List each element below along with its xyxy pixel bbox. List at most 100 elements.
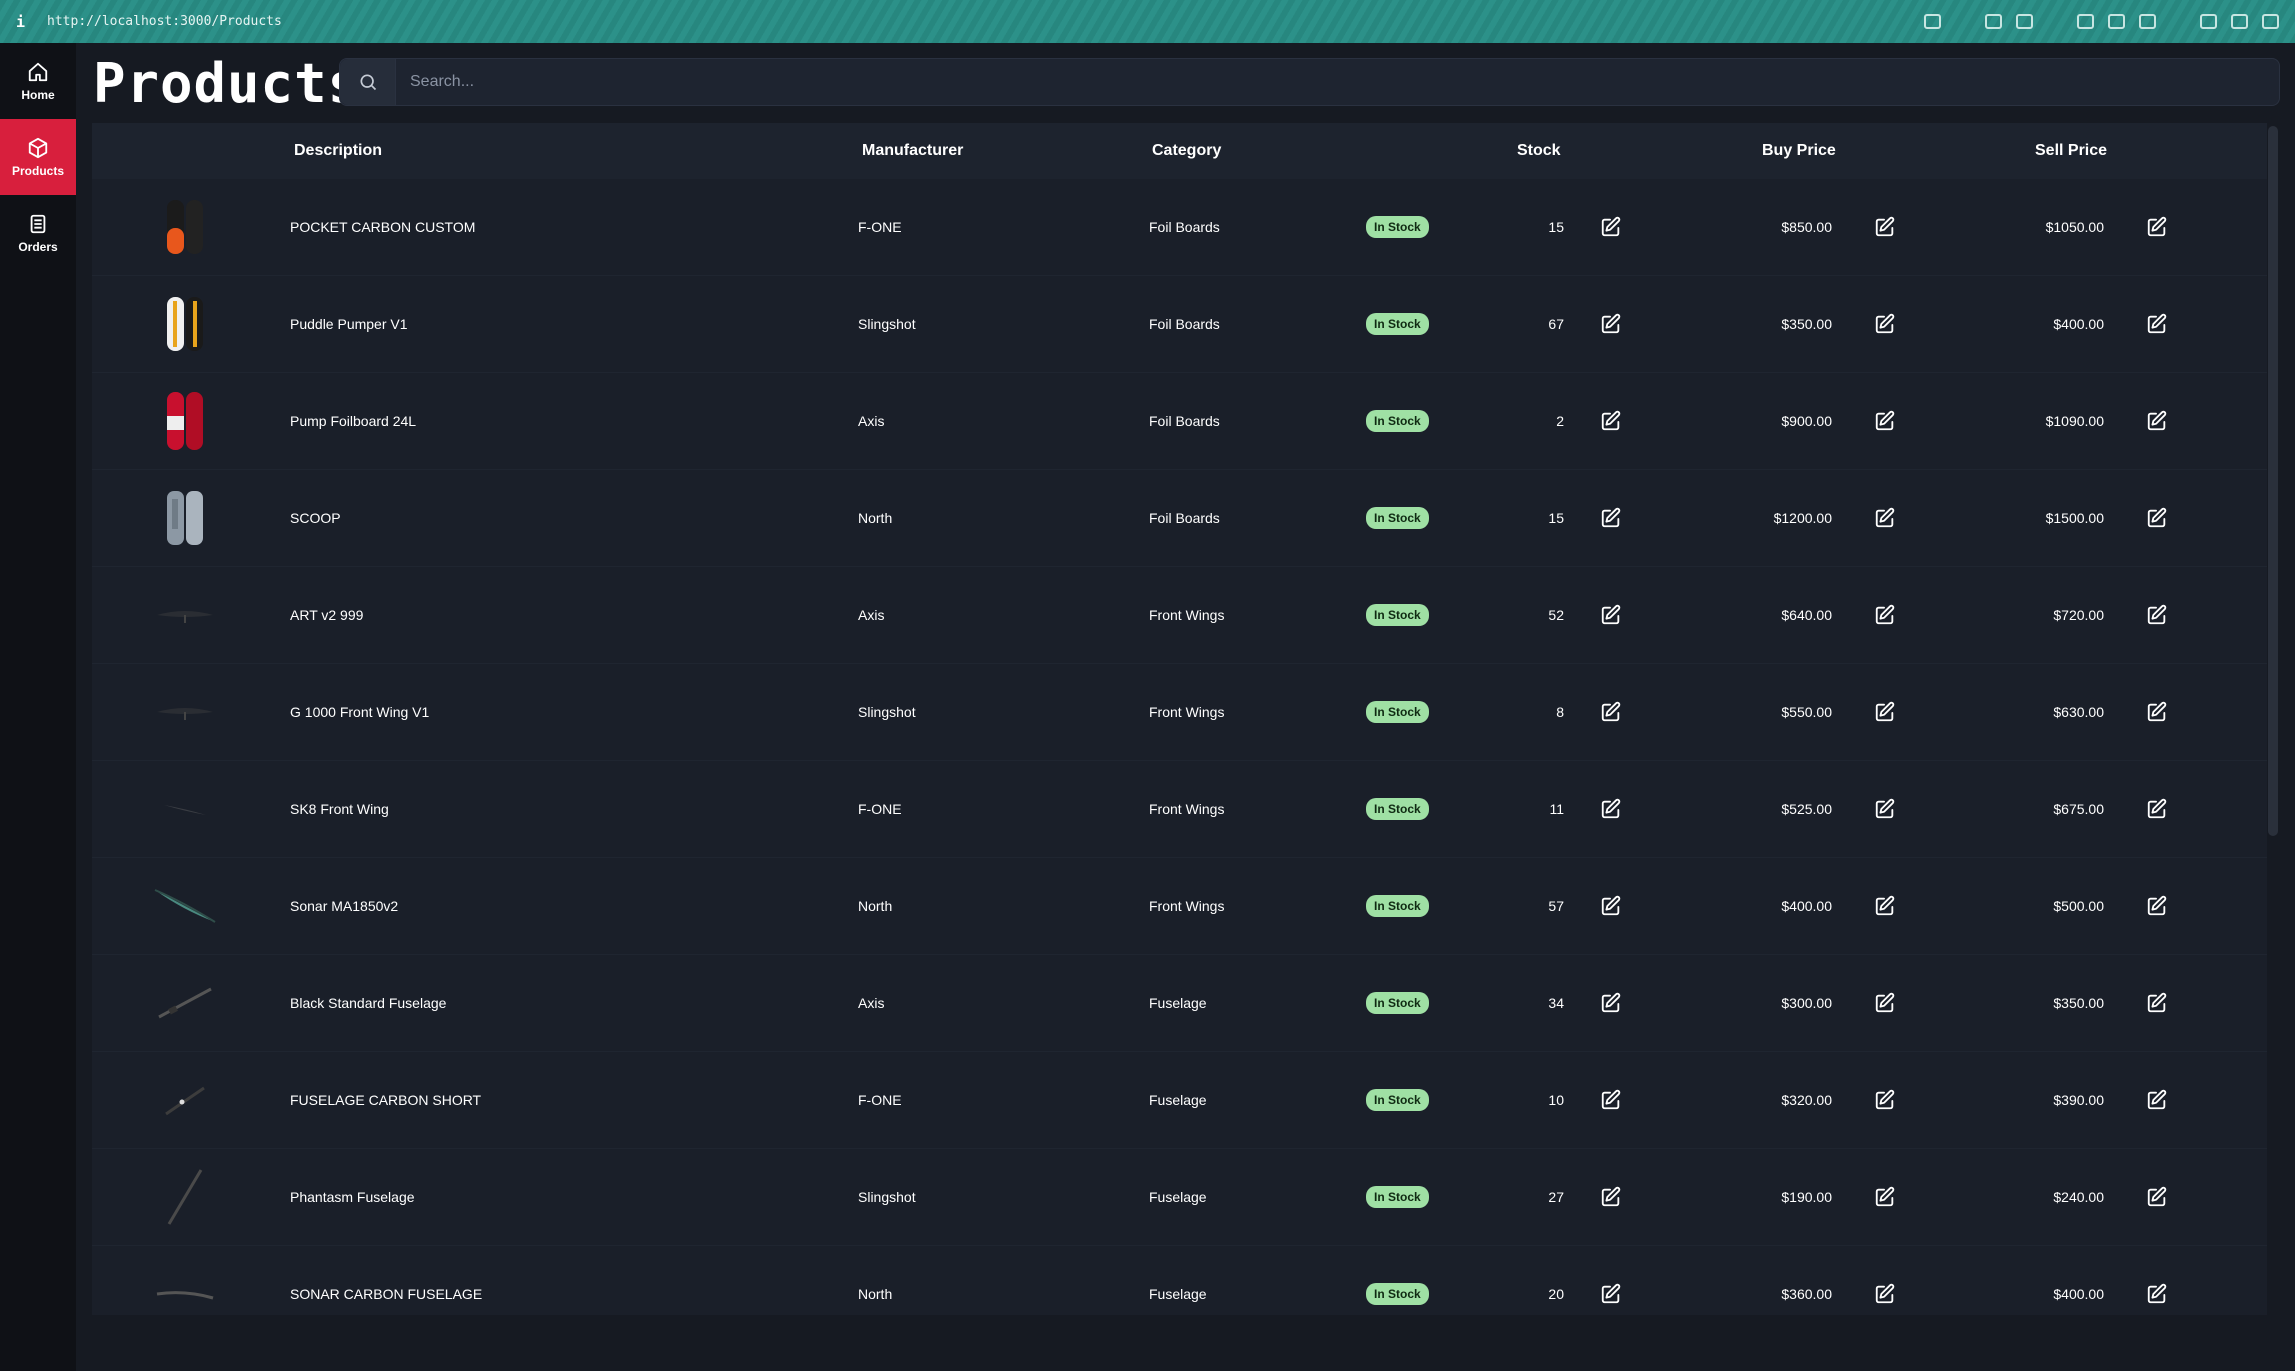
edit-stock-icon[interactable]: [1600, 992, 1622, 1014]
cell-description: Puddle Pumper V1: [290, 316, 408, 332]
edit-sell-price-icon[interactable]: [2146, 507, 2168, 529]
cell-sell-price: $400.00: [2053, 1286, 2104, 1302]
edit-buy-price-icon[interactable]: [1874, 1283, 1896, 1305]
cell-stock: 34: [1548, 995, 1564, 1011]
table-row[interactable]: Pump Foilboard 24L Axis Foil Boards In S…: [92, 373, 2267, 470]
window-icon[interactable]: [2077, 14, 2094, 29]
product-image: [152, 485, 218, 551]
edit-buy-price-icon[interactable]: [1874, 410, 1896, 432]
column-header-description[interactable]: Description: [294, 142, 382, 160]
table-row[interactable]: G 1000 Front Wing V1 Slingshot Front Win…: [92, 664, 2267, 761]
status-badge: In Stock: [1366, 313, 1429, 335]
edit-sell-price-icon[interactable]: [2146, 1089, 2168, 1111]
camera-icon[interactable]: [2016, 14, 2033, 29]
cell-buy-price: $350.00: [1781, 316, 1832, 332]
code-icon[interactable]: [2200, 14, 2217, 29]
edit-stock-icon[interactable]: [1600, 1089, 1622, 1111]
globe-icon[interactable]: [2108, 14, 2125, 29]
cell-category: Front Wings: [1149, 801, 1225, 817]
edit-sell-price-icon[interactable]: [2146, 798, 2168, 820]
product-image: [152, 1067, 218, 1133]
status-badge: In Stock: [1366, 798, 1429, 820]
cell-manufacturer: Axis: [858, 413, 885, 429]
edit-stock-icon[interactable]: [1600, 1186, 1622, 1208]
column-header-stock[interactable]: Stock: [1517, 142, 1561, 160]
edit-sell-price-icon[interactable]: [2146, 313, 2168, 335]
document-list-icon: [30, 214, 46, 233]
table-row[interactable]: SCOOP North Foil Boards In Stock 15 $120…: [92, 470, 2267, 567]
edit-buy-price-icon[interactable]: [1874, 507, 1896, 529]
home-icon: [28, 62, 48, 81]
status-badge: In Stock: [1366, 701, 1429, 723]
sidebar-item-products[interactable]: Products: [0, 119, 76, 195]
edit-sell-price-icon[interactable]: [2146, 1186, 2168, 1208]
table-row[interactable]: Puddle Pumper V1 Slingshot Foil Boards I…: [92, 276, 2267, 373]
cell-category: Fuselage: [1149, 1092, 1207, 1108]
table-row[interactable]: SONAR CARBON FUSELAGE North Fuselage In …: [92, 1246, 2267, 1315]
link-icon[interactable]: [1924, 14, 1941, 29]
column-header-sell-price[interactable]: Sell Price: [2035, 142, 2107, 160]
cell-category: Front Wings: [1149, 607, 1225, 623]
cell-manufacturer: North: [858, 1286, 893, 1302]
cell-description: Phantasm Fuselage: [290, 1189, 415, 1205]
info-circle-icon[interactable]: [2231, 14, 2248, 29]
edit-stock-icon[interactable]: [1600, 507, 1622, 529]
table-scrollbar[interactable]: [2268, 126, 2278, 836]
edit-buy-price-icon[interactable]: [1874, 895, 1896, 917]
cell-description: SCOOP: [290, 510, 341, 526]
edit-buy-price-icon[interactable]: [1874, 216, 1896, 238]
edit-stock-icon[interactable]: [1600, 216, 1622, 238]
edit-buy-price-icon[interactable]: [1874, 604, 1896, 626]
edit-sell-price-icon[interactable]: [2146, 216, 2168, 238]
edit-stock-icon[interactable]: [1600, 701, 1622, 723]
edit-sell-price-icon[interactable]: [2146, 895, 2168, 917]
table-row[interactable]: Sonar MA1850v2 North Front Wings In Stoc…: [92, 858, 2267, 955]
site-info-icon[interactable]: i: [16, 13, 25, 31]
screenshot-icon[interactable]: [1985, 14, 2002, 29]
table-row[interactable]: ART v2 999 Axis Front Wings In Stock 52 …: [92, 567, 2267, 664]
sidebar-item-home[interactable]: Home: [0, 43, 76, 119]
edit-stock-icon[interactable]: [1600, 1283, 1622, 1305]
column-header-category[interactable]: Category: [1152, 142, 1221, 160]
search-input[interactable]: [396, 73, 2279, 91]
table-row[interactable]: Phantasm Fuselage Slingshot Fuselage In …: [92, 1149, 2267, 1246]
table-row[interactable]: FUSELAGE CARBON SHORT F-ONE Fuselage In …: [92, 1052, 2267, 1149]
cell-sell-price: $630.00: [2053, 704, 2104, 720]
product-image: [152, 873, 218, 939]
target-icon[interactable]: [2139, 14, 2156, 29]
edit-buy-price-icon[interactable]: [1874, 313, 1896, 335]
edit-stock-icon[interactable]: [1600, 798, 1622, 820]
edit-stock-icon[interactable]: [1600, 895, 1622, 917]
table-row[interactable]: POCKET CARBON CUSTOM F-ONE Foil Boards I…: [92, 179, 2267, 276]
status-badge: In Stock: [1366, 1283, 1429, 1305]
search-bar: [339, 58, 2280, 106]
cell-stock: 67: [1548, 316, 1564, 332]
edit-stock-icon[interactable]: [1600, 410, 1622, 432]
edit-sell-price-icon[interactable]: [2146, 604, 2168, 626]
edit-sell-price-icon[interactable]: [2146, 701, 2168, 723]
table-row[interactable]: Black Standard Fuselage Axis Fuselage In…: [92, 955, 2267, 1052]
edit-sell-price-icon[interactable]: [2146, 410, 2168, 432]
column-header-buy-price[interactable]: Buy Price: [1762, 142, 1836, 160]
cell-description: Pump Foilboard 24L: [290, 413, 417, 429]
edit-stock-icon[interactable]: [1600, 313, 1622, 335]
edit-buy-price-icon[interactable]: [1874, 992, 1896, 1014]
table-row[interactable]: SK8 Front Wing F-ONE Front Wings In Stoc…: [92, 761, 2267, 858]
column-header-manufacturer[interactable]: Manufacturer: [862, 142, 963, 160]
edit-buy-price-icon[interactable]: [1874, 1186, 1896, 1208]
edit-stock-icon[interactable]: [1600, 604, 1622, 626]
search-icon[interactable]: [340, 59, 396, 105]
url-text[interactable]: http://localhost:3000/Products: [47, 14, 282, 29]
cell-stock: 11: [1549, 801, 1564, 817]
edit-buy-price-icon[interactable]: [1874, 798, 1896, 820]
cell-sell-price: $390.00: [2053, 1092, 2104, 1108]
edit-buy-price-icon[interactable]: [1874, 1089, 1896, 1111]
product-image: [152, 1164, 218, 1230]
edit-buy-price-icon[interactable]: [1874, 701, 1896, 723]
edit-sell-price-icon[interactable]: [2146, 1283, 2168, 1305]
cell-stock: 27: [1548, 1189, 1564, 1205]
sidebar-toggle-icon[interactable]: [2262, 14, 2279, 29]
product-image: [152, 1261, 218, 1315]
sidebar-item-orders[interactable]: Orders: [0, 195, 76, 271]
edit-sell-price-icon[interactable]: [2146, 992, 2168, 1014]
